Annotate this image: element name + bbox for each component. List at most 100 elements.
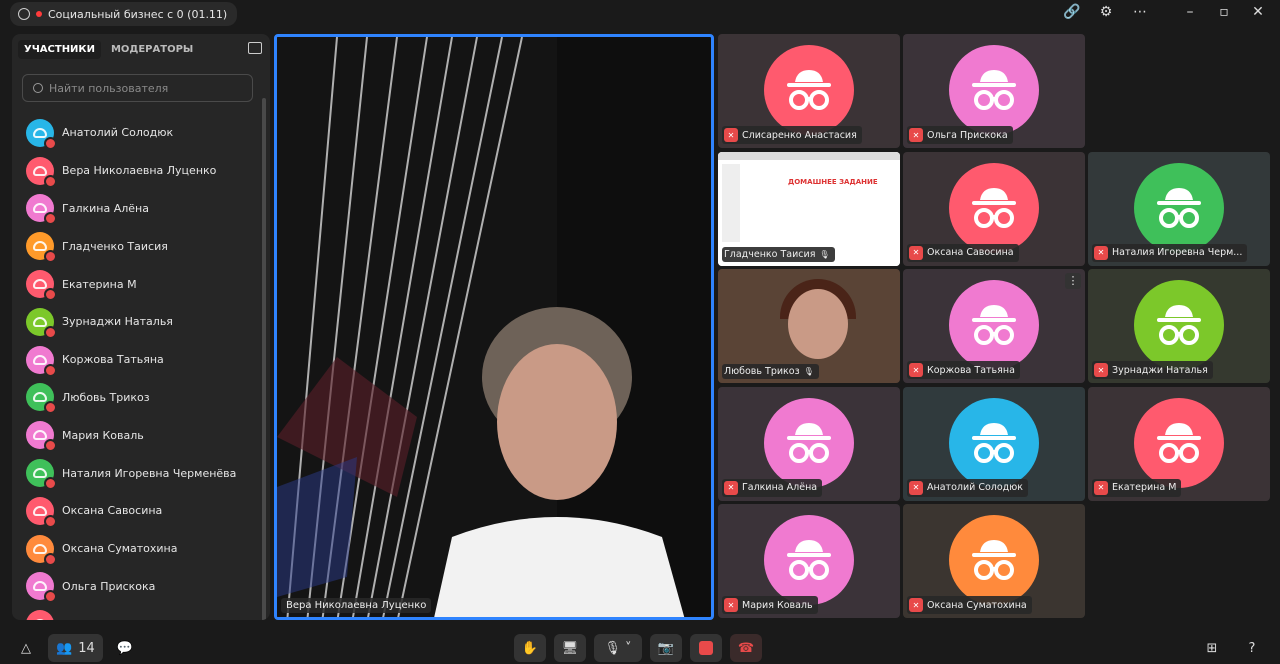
mic-muted-icon [44,136,57,150]
participant-tile[interactable]: ДОМАШНЕЕ ЗАДАНИЕ Гладченко Таисия 🎙 [718,151,900,266]
incognito-icon [33,279,47,290]
tile-name-label: ✕ Коржова Татьяна [907,361,1020,379]
incognito-icon [1157,422,1201,463]
end-call-button[interactable]: ☎ [730,634,762,662]
tile-name: Зурнаджи Наталья [1112,364,1208,376]
list-item[interactable]: Любовь Трикоз [26,379,256,417]
participant-tile[interactable]: ✕ Зурнаджи Наталья [1088,269,1270,383]
list-item[interactable]: Коржова Татьяна [26,341,256,379]
main-video-name: Вера Николаевна Луценко [281,598,432,613]
tab-participants[interactable]: УЧАСТНИКИ [18,40,101,59]
grid-view-icon[interactable]: ⊞ [1198,634,1226,662]
participant-list: Анатолий Солодюк Вера Николаевна Луценко Г… [26,114,256,620]
incognito-icon [972,422,1016,463]
list-item[interactable]: Мария Коваль [26,416,256,454]
tile-name-label: ✕ Наталия Игоревна Черм... [1092,243,1248,262]
tile-name: Коржова Татьяна [927,364,1015,376]
speaker-video [434,307,685,617]
mic-muted-icon [44,325,57,339]
incognito-icon [33,165,47,176]
list-item[interactable]: Екатерина М [26,265,256,303]
scrollbar[interactable] [262,98,266,620]
participants-count: 14 [78,640,95,656]
avatar [26,194,57,226]
minimize-icon[interactable]: – [1180,4,1200,20]
avatar [26,572,57,604]
participant-face [788,289,848,359]
tile-name-label: ✕ Екатерина М [1092,478,1182,497]
participant-tile[interactable]: ✕ Оксана Суматохина [903,504,1085,618]
camera-button[interactable]: 📷 [650,634,682,662]
mic-muted-icon: ✕ [909,598,923,612]
participant-tile[interactable]: Любовь Трикоз 🎙 [718,269,900,383]
participant-name: Наталия Игоревна Черменёва [62,466,237,480]
tile-name-label: ✕ Анатолий Солодюк [907,478,1028,497]
chat-icon[interactable]: 💬 [111,634,139,662]
close-icon[interactable]: ✕ [1248,4,1268,20]
participant-tile[interactable]: ✕ Оксана Савосина [903,151,1085,266]
gear-icon[interactable]: ⚙ [1096,4,1116,20]
incognito-icon [1157,187,1201,228]
search-input[interactable]: Найти пользователя [22,74,253,102]
mic-muted-icon: ✕ [1094,245,1108,260]
incognito-icon [33,468,47,479]
participant-tile[interactable]: ✕ Галкина Алёна [718,386,900,501]
popout-icon[interactable] [248,42,262,54]
tile-name: Ольга Прискока [927,129,1008,141]
mic-button[interactable]: 🎙 ˅ [594,634,642,662]
more-icon[interactable]: ⋯ [1130,4,1150,20]
participant-tile[interactable]: ✕ Анатолий Солодюк [903,386,1085,501]
link-icon[interactable]: 🔗 [1062,4,1082,20]
mic-muted-icon: ✕ [909,363,923,377]
list-item[interactable]: Вера Николаевна Луценко [26,152,256,190]
avatar [949,162,1039,253]
list-item[interactable]: Зурнаджи Наталья [26,303,256,341]
conference-title[interactable]: Социальный бизнес с 0 (01.11) [10,2,238,26]
tile-name: Наталия Игоревна Черм... [1112,247,1243,258]
tile-name-label: ✕ Ольга Прискока [907,126,1013,144]
tile-name-label: ✕ Зурнаджи Наталья [1092,361,1213,379]
slide-toolbar [718,151,900,160]
participant-tile[interactable]: ✕ Коржова Татьяна ⋮ [903,269,1085,383]
list-item[interactable]: Оксана Савосина [26,492,256,530]
avatar [26,459,57,491]
participant-name: Оксана Савосина [62,504,163,518]
incognito-icon [33,127,47,138]
avatar [26,232,57,264]
tile-name: Любовь Трикоз [724,366,800,377]
main-video[interactable]: Вера Николаевна Луценко [274,34,714,620]
participant-tile[interactable]: ✕ Мария Коваль [718,504,900,618]
incognito-icon [33,241,47,252]
participant-tile[interactable]: ✕ Екатерина М [1088,386,1270,501]
list-item[interactable]: Анатолий Солодюк [26,114,256,152]
list-item[interactable]: Наталия Игоревна Черменёва [26,454,256,492]
avatar [1134,162,1224,253]
list-item[interactable]: Галкина Алёна [26,190,256,228]
list-item[interactable] [26,605,256,620]
search-icon [33,83,43,93]
list-item[interactable]: Ольга Прискока [26,568,256,606]
restore-icon[interactable]: ▫ [1214,4,1234,20]
raise-hand-button[interactable]: ✋ [514,634,546,662]
tile-name-label: ✕ Мария Коваль [722,596,818,614]
participants-button[interactable]: 👥 14 [48,634,103,662]
record-button[interactable] [690,634,722,662]
list-item[interactable]: Гладченко Таисия [26,227,256,265]
participant-tile[interactable]: ✕ Слисаренко Анастасия [718,34,900,148]
mic-muted-icon: ✕ [1094,480,1108,495]
tile-name: Анатолий Солодюк [927,482,1023,493]
tile-name: Галкина Алёна [742,482,818,493]
tab-moderators[interactable]: МОДЕРАТОРЫ [105,40,199,59]
help-icon[interactable]: ? [1238,634,1266,662]
incognito-icon [972,187,1016,228]
mic-muted-icon: ✕ [909,128,923,142]
incognito-icon [33,203,47,214]
tile-name: Слисаренко Анастасия [742,129,857,141]
tile-menu-icon[interactable]: ⋮ [1065,273,1081,289]
mic-muted-icon [44,552,57,566]
screen-share-button[interactable]: 🖥 [554,634,586,662]
list-item[interactable]: Оксана Суматохина [26,530,256,568]
layout-icon[interactable]: △ [12,634,40,662]
participant-tile[interactable]: ✕ Ольга Прискока [903,34,1085,148]
participant-tile[interactable]: ✕ Наталия Игоревна Черм... [1088,151,1270,266]
